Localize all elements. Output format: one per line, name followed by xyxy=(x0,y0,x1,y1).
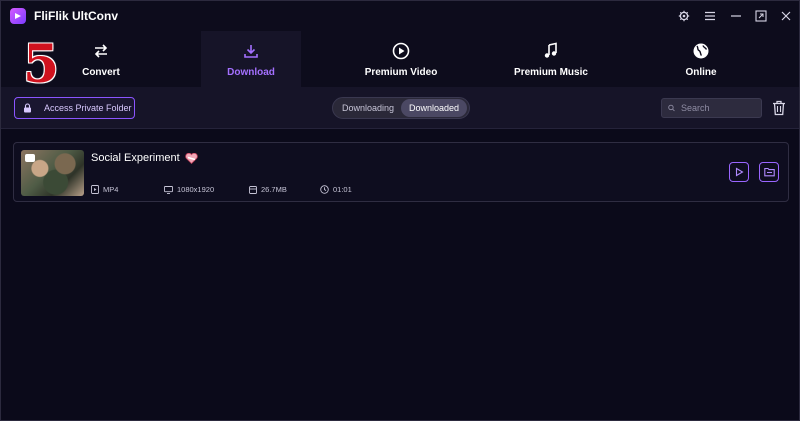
clock-icon xyxy=(320,185,329,194)
maximize-icon xyxy=(755,10,767,22)
app-title: FliFlik UltConv xyxy=(34,9,118,23)
tab-premium-video[interactable]: Premium Video xyxy=(341,31,461,87)
maximize-button[interactable] xyxy=(752,7,770,25)
tab-online[interactable]: Online xyxy=(651,31,751,87)
convert-arrows-icon xyxy=(91,41,111,61)
tab-convert[interactable]: Convert xyxy=(51,31,151,87)
settings-button[interactable] xyxy=(675,7,693,25)
music-note-icon xyxy=(541,41,561,61)
search-input[interactable] xyxy=(681,103,761,113)
item-format-text: MP4 xyxy=(103,185,119,194)
title-bar: FliFlik UltConv xyxy=(1,1,799,31)
app-logo-icon xyxy=(10,8,26,24)
item-duration-text: 01:01 xyxy=(333,185,352,194)
tab-download-label: Download xyxy=(227,67,275,78)
list-item[interactable]: Social Experiment MP4 1080x1920 26.7MB 0… xyxy=(13,142,789,202)
file-video-icon xyxy=(91,185,99,194)
item-duration: 01:01 xyxy=(320,185,352,194)
tab-download[interactable]: Download xyxy=(201,31,301,87)
app-window: FliFlik UltConv Convert Download Premium… xyxy=(0,0,800,421)
video-thumbnail xyxy=(21,150,84,196)
gear-icon xyxy=(678,10,690,22)
access-private-folder-button[interactable]: Access Private Folder xyxy=(14,97,135,119)
menu-icon xyxy=(705,11,715,21)
item-size-text: 26.7MB xyxy=(261,185,287,194)
access-private-folder-label: Access Private Folder xyxy=(44,103,132,113)
lock-icon xyxy=(24,103,31,113)
downloaded-tab[interactable]: Downloaded xyxy=(401,99,467,117)
play-button[interactable] xyxy=(729,162,749,182)
tab-convert-label: Convert xyxy=(82,67,120,78)
globe-icon xyxy=(691,41,711,61)
main-tabs: Convert Download Premium Video Premium M… xyxy=(1,31,799,87)
video-camera-icon xyxy=(25,154,35,162)
search-box xyxy=(661,98,762,118)
downloaded-list: Social Experiment MP4 1080x1920 26.7MB 0… xyxy=(1,130,799,420)
folder-icon xyxy=(763,167,775,177)
tab-premium-music[interactable]: Premium Music xyxy=(491,31,611,87)
play-icon xyxy=(735,167,744,177)
play-circle-icon xyxy=(391,41,411,61)
item-title-text: Social Experiment xyxy=(91,152,180,164)
item-format: MP4 xyxy=(91,185,118,194)
item-resolution: 1080x1920 xyxy=(164,185,214,194)
heart-emoji-icon xyxy=(184,152,198,164)
download-status-toggle: Downloading Downloaded xyxy=(332,97,470,119)
step-number-annotation: 5 xyxy=(23,34,60,95)
minimize-icon xyxy=(731,15,741,17)
downloading-tab[interactable]: Downloading xyxy=(335,99,401,117)
storage-icon xyxy=(249,185,257,194)
tab-online-label: Online xyxy=(685,67,717,78)
tab-premium-video-label: Premium Video xyxy=(364,67,438,78)
open-folder-button[interactable] xyxy=(759,162,779,182)
download-toolbar: Access Private Folder Downloading Downlo… xyxy=(1,87,799,129)
item-resolution-text: 1080x1920 xyxy=(177,185,215,194)
item-title: Social Experiment xyxy=(91,152,198,164)
minimize-button[interactable] xyxy=(727,7,745,25)
delete-button[interactable] xyxy=(770,99,788,117)
menu-button[interactable] xyxy=(701,7,719,25)
tab-premium-music-label: Premium Music xyxy=(514,67,588,78)
monitor-icon xyxy=(164,185,173,194)
download-icon xyxy=(241,41,261,61)
search-icon xyxy=(668,104,675,112)
close-icon xyxy=(781,11,791,21)
item-size: 26.7MB xyxy=(249,185,287,194)
trash-icon xyxy=(773,100,785,116)
close-button[interactable] xyxy=(777,7,795,25)
